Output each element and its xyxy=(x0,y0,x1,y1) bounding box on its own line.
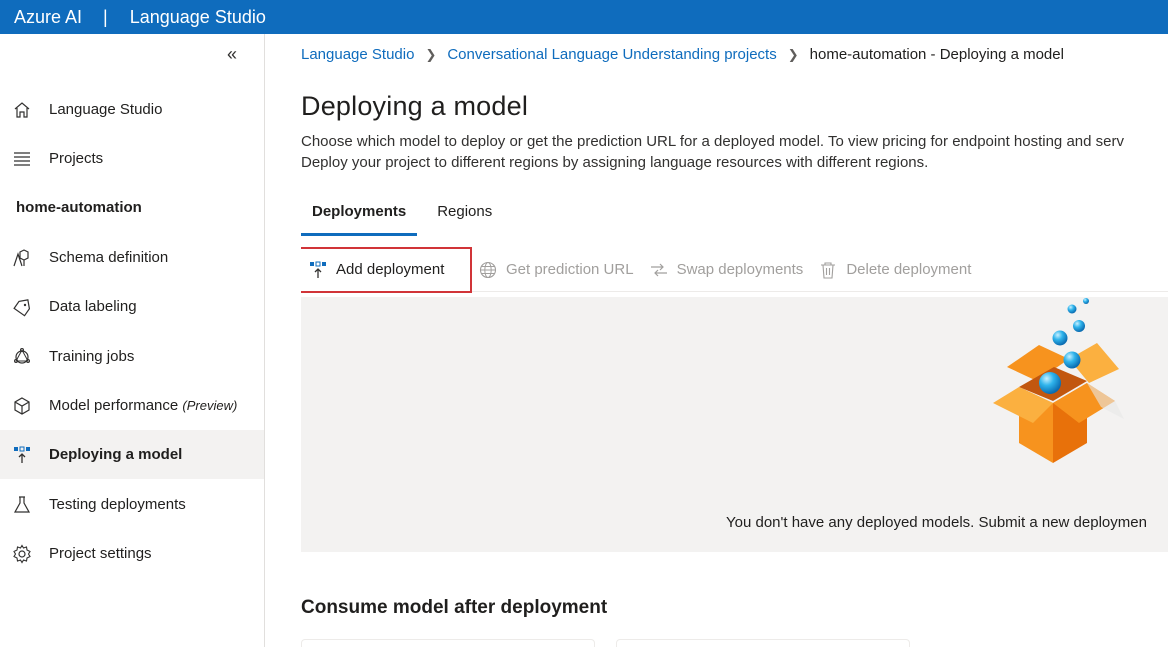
consume-card[interactable] xyxy=(616,639,910,647)
cube-icon xyxy=(12,396,32,416)
get-prediction-url-label: Get prediction URL xyxy=(506,261,634,278)
swap-icon xyxy=(650,261,668,279)
sidebar-item-label: Model performance (Preview) xyxy=(49,397,237,414)
sidebar-item-label: Training jobs xyxy=(49,348,135,365)
get-prediction-url-button[interactable]: Get prediction URL xyxy=(471,251,642,289)
sidebar-item-schema-definition[interactable]: Schema definition xyxy=(0,233,264,282)
preview-tag: (Preview) xyxy=(182,398,238,413)
sidebar-item-label: Data labeling xyxy=(49,298,137,315)
description-line-1: Choose which model to deploy or get the … xyxy=(301,133,1124,150)
globe-icon xyxy=(479,261,497,279)
sidebar-item-label: Project settings xyxy=(49,545,152,562)
training-icon xyxy=(12,347,32,367)
collapse-sidebar-button[interactable]: « xyxy=(222,44,242,64)
flask-icon xyxy=(12,495,32,515)
sidebar-item-label: Schema definition xyxy=(49,249,169,266)
project-name-heading: home-automation xyxy=(16,199,142,216)
schema-icon xyxy=(12,248,32,268)
sidebar-item-projects[interactable]: Projects xyxy=(0,134,264,183)
sidebar-item-model-performance[interactable]: Model performance (Preview) xyxy=(0,381,264,430)
model-performance-label: Model performance xyxy=(49,397,179,414)
sidebar-item-label: Deploying a model xyxy=(49,446,183,463)
brand-name[interactable]: Azure AI xyxy=(0,7,82,28)
breadcrumb-clu-projects[interactable]: Conversational Language Understanding pr… xyxy=(447,46,776,63)
trash-icon xyxy=(819,261,837,279)
app-name[interactable]: Language Studio xyxy=(130,7,266,28)
consume-model-heading: Consume model after deployment xyxy=(301,597,608,618)
breadcrumb-language-studio[interactable]: Language Studio xyxy=(301,46,414,63)
list-icon xyxy=(12,149,32,169)
home-icon xyxy=(12,100,32,120)
deployments-toolbar: Add deployment Get prediction URL Swap d… xyxy=(301,246,1168,293)
deploy-icon xyxy=(309,261,327,279)
swap-deployments-button[interactable]: Swap deployments xyxy=(642,251,812,289)
topbar-separator: | xyxy=(103,6,108,27)
description-line-2: Deploy your project to different regions… xyxy=(301,154,929,171)
tab-regions[interactable]: Regions xyxy=(426,200,503,236)
sidebar: « Language Studio Projects home-automati… xyxy=(0,34,265,647)
sidebar-item-project-settings[interactable]: Project settings xyxy=(0,529,264,578)
deploy-icon xyxy=(12,445,32,465)
tab-deployments[interactable]: Deployments xyxy=(301,200,418,236)
chevron-right-icon: ❯ xyxy=(425,46,437,62)
sidebar-item-data-labeling[interactable]: Data labeling xyxy=(0,282,264,331)
open-box-illustration xyxy=(993,298,1124,463)
top-bar: Azure AI | Language Studio xyxy=(0,0,1168,34)
sidebar-item-label: Testing deployments xyxy=(49,496,186,513)
tag-icon xyxy=(12,297,32,317)
add-deployment-label: Add deployment xyxy=(336,261,445,278)
page-title: Deploying a model xyxy=(301,91,529,121)
sidebar-item-deploying-a-model[interactable]: Deploying a model xyxy=(0,430,264,479)
consume-card[interactable] xyxy=(301,639,595,647)
main-content: Language Studio ❯ Conversational Languag… xyxy=(301,34,1168,647)
gear-icon xyxy=(12,543,32,564)
double-chevron-left-icon: « xyxy=(226,44,237,64)
sidebar-item-language-studio[interactable]: Language Studio xyxy=(0,85,264,134)
add-deployment-button[interactable]: Add deployment xyxy=(301,246,472,293)
delete-deployment-label: Delete deployment xyxy=(846,261,972,278)
sidebar-item-label: Language Studio xyxy=(49,101,163,118)
delete-deployment-button[interactable]: Delete deployment xyxy=(811,251,979,289)
sidebar-item-testing-deployments[interactable]: Testing deployments xyxy=(0,480,264,529)
swap-deployments-label: Swap deployments xyxy=(676,261,804,278)
breadcrumb-current: home-automation - Deploying a model xyxy=(809,46,1064,63)
empty-state-message: You don't have any deployed models. Subm… xyxy=(726,514,1147,531)
breadcrumb: Language Studio ❯ Conversational Languag… xyxy=(301,46,1064,63)
sidebar-item-training-jobs[interactable]: Training jobs xyxy=(0,332,264,381)
chevron-right-icon: ❯ xyxy=(787,46,799,62)
sidebar-item-label: Projects xyxy=(49,150,104,167)
page-description: Choose which model to deploy or get the … xyxy=(301,131,1124,173)
tab-bar: Deployments Regions xyxy=(301,200,503,236)
